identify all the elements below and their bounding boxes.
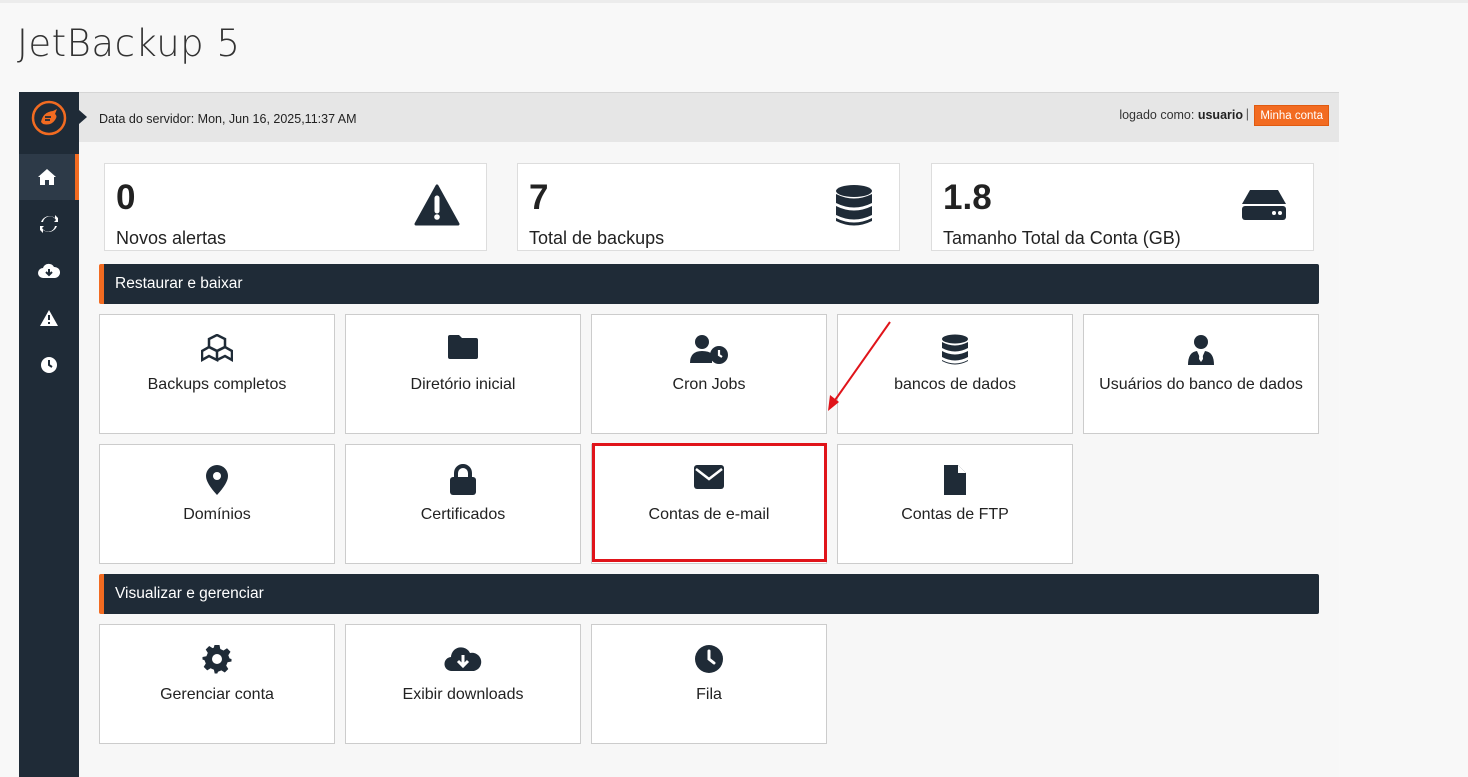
tile-label: Fila: [696, 686, 722, 703]
tile-label: Domínios: [183, 506, 251, 523]
sidebar-item-restore[interactable]: [19, 201, 79, 247]
stat-label: Novos alertas: [116, 228, 227, 248]
stat-value: 1.8: [943, 178, 992, 217]
server-date: Data do servidor: Mon, Jun 16, 2025,11:3…: [99, 112, 357, 126]
section-title: Visualizar e gerenciar: [115, 585, 264, 602]
top-divider: [0, 0, 1468, 3]
annotation-arrow: [828, 321, 891, 411]
home-icon: [38, 169, 56, 185]
login-separator: |: [1245, 107, 1249, 121]
stat-value: 7: [529, 178, 549, 217]
page-title: JetBackup 5: [17, 22, 241, 65]
tile-label: Exibir downloads: [402, 686, 524, 703]
section-title: Restaurar e baixar: [115, 275, 243, 292]
sidebar-item-home[interactable]: [19, 154, 79, 200]
tile-manage-account[interactable]: Gerenciar conta: [99, 624, 335, 744]
sidebar: [19, 92, 79, 777]
clock-icon: [592, 644, 826, 674]
cubes-icon: [100, 334, 334, 362]
tile-domains[interactable]: Domínios: [99, 444, 335, 564]
section-header-restore: Restaurar e baixar: [99, 264, 1319, 304]
stat-label: Tamanho Total da Conta (GB): [943, 228, 1181, 248]
cloud-download-icon: [38, 263, 60, 278]
folder-icon: [346, 334, 580, 360]
tile-view-downloads[interactable]: Exibir downloads: [345, 624, 581, 744]
user-clock-icon: [592, 334, 826, 364]
tile-home-directory[interactable]: Diretório inicial: [345, 314, 581, 434]
user-tie-icon: [1084, 334, 1318, 366]
tile-label: Backups completos: [147, 376, 287, 393]
tile-database-users[interactable]: Usuários do banco de dados: [1083, 314, 1319, 434]
tile-label: Diretório inicial: [410, 376, 516, 393]
tile-cron-jobs[interactable]: Cron Jobs: [591, 314, 827, 434]
clock-icon: [41, 357, 57, 373]
section-header-manage: Visualizar e gerenciar: [99, 574, 1319, 614]
tile-certificates[interactable]: Certificados: [345, 444, 581, 564]
warning-icon: [414, 184, 460, 231]
tile-email-accounts[interactable]: Contas de e-mail: [591, 444, 827, 564]
jetbackup-logo[interactable]: [31, 100, 67, 136]
tile-full-backups[interactable]: Backups completos: [99, 314, 335, 434]
stat-card-alerts[interactable]: 0 Novos alertas: [104, 163, 487, 251]
tile-ftp-accounts[interactable]: Contas de FTP: [837, 444, 1073, 564]
tile-label: Usuários do banco de dados: [1099, 376, 1303, 393]
tile-label: Cron Jobs: [672, 376, 746, 393]
map-marker-icon: [100, 464, 334, 496]
stat-card-backups[interactable]: 7 Total de backups: [517, 163, 900, 251]
database-icon: [835, 184, 873, 233]
sidebar-item-alerts[interactable]: [19, 295, 79, 341]
stat-label: Total de backups: [529, 228, 665, 248]
tile-label: Certificados: [420, 506, 506, 523]
tile-label: Contas de e-mail: [648, 506, 770, 523]
stat-value: 0: [116, 178, 136, 217]
sidebar-item-downloads[interactable]: [19, 248, 79, 294]
logged-as-label: logado como:: [1119, 108, 1198, 122]
warning-icon: [40, 310, 58, 326]
my-account-button[interactable]: Minha conta: [1254, 105, 1329, 126]
tile-label: Contas de FTP: [901, 506, 1009, 523]
username: usuario: [1197, 108, 1243, 122]
envelope-icon: [592, 464, 826, 490]
topbar: Data do servidor: Mon, Jun 16, 2025,11:3…: [79, 92, 1339, 142]
stat-card-size[interactable]: 1.8 Tamanho Total da Conta (GB): [931, 163, 1314, 251]
lock-icon: [346, 464, 580, 496]
jetbackup-app: Data do servidor: Mon, Jun 16, 2025,11:3…: [19, 92, 1339, 777]
tile-queue[interactable]: Fila: [591, 624, 827, 744]
hdd-icon: [1241, 188, 1287, 227]
refresh-icon: [40, 215, 58, 233]
topbar-pointer: [79, 110, 87, 124]
sidebar-item-queue[interactable]: [19, 342, 79, 388]
tile-label: Gerenciar conta: [160, 686, 274, 703]
cloud-download-icon: [346, 644, 580, 672]
login-info: logado como: usuario: [1119, 108, 1243, 122]
gear-icon: [100, 644, 334, 674]
file-icon: [838, 464, 1072, 496]
